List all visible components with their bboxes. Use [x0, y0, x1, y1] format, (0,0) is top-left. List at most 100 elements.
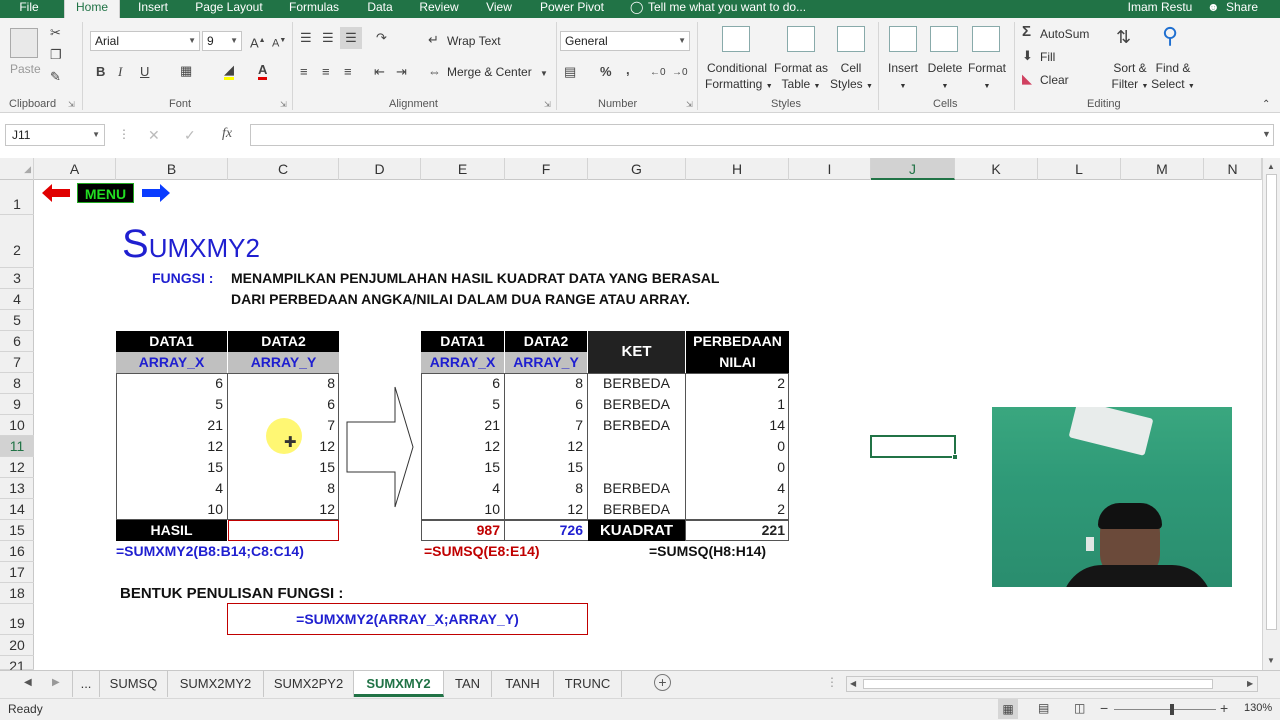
normal-view-icon[interactable]: ▦ [998, 699, 1018, 719]
number-format-select[interactable]: General ▼ [560, 31, 690, 51]
tab-file[interactable]: File [8, 0, 50, 18]
table-cell[interactable]: 12 [505, 436, 587, 457]
increase-font-icon[interactable]: A▲ [250, 34, 266, 50]
row-header[interactable]: 2 [0, 215, 34, 268]
scroll-thumb[interactable] [1266, 174, 1277, 630]
align-center-icon[interactable]: ≡ [322, 65, 330, 79]
clipboard-launcher-icon[interactable]: ⇲ [68, 100, 75, 109]
column-header[interactable]: B [116, 158, 228, 180]
row-header[interactable]: 17 [0, 562, 34, 583]
table-cell[interactable]: 8 [228, 478, 339, 499]
confirm-entry-icon[interactable]: ✓ [184, 127, 196, 144]
h-scroll-thumb[interactable] [863, 679, 1213, 689]
row-header[interactable]: 9 [0, 394, 34, 415]
kuadrat-label[interactable]: KUADRAT [588, 520, 685, 541]
zoom-slider-thumb[interactable] [1170, 704, 1174, 715]
add-sheet-icon[interactable]: + [654, 674, 671, 691]
table-cell[interactable]: BERBEDA [588, 373, 685, 394]
left-header-array-x[interactable]: ARRAY_X [116, 352, 227, 373]
row-header[interactable]: 3 [0, 268, 34, 289]
increase-decimal-icon[interactable]: ←0 [650, 66, 666, 80]
hasil-result-cell[interactable] [228, 520, 339, 541]
sum-nilai[interactable]: 221 [686, 520, 789, 541]
align-bottom-icon[interactable]: ☰ [340, 27, 362, 49]
table-cell[interactable]: BERBEDA [588, 499, 685, 520]
scroll-right-icon[interactable]: ▶ [1247, 679, 1253, 688]
selected-cell[interactable] [870, 435, 956, 458]
table-cell[interactable]: 21 [421, 415, 504, 436]
format-as-table-button[interactable]: Format as Table ▼ [772, 60, 830, 95]
tab-insert[interactable]: Insert [130, 0, 176, 18]
tab-page-layout[interactable]: Page Layout [188, 0, 270, 18]
row-header[interactable]: 13 [0, 478, 34, 499]
row-header[interactable]: 10 [0, 415, 34, 436]
horizontal-scrollbar[interactable]: ◀ ▶ [846, 676, 1258, 692]
increase-indent-icon[interactable]: ⇥ [396, 65, 407, 79]
paste-icon[interactable] [10, 28, 38, 58]
user-name[interactable]: Imam Restu [1124, 0, 1196, 18]
tab-view[interactable]: View [478, 0, 520, 18]
merge-center-button[interactable]: Merge & Center [447, 65, 532, 79]
row-header[interactable]: 1 [0, 180, 34, 215]
clear-button[interactable]: Clear [1040, 73, 1069, 87]
tab-review[interactable]: Review [412, 0, 466, 18]
align-top-icon[interactable]: ☰ [300, 31, 312, 45]
table-cell[interactable]: BERBEDA [588, 394, 685, 415]
column-header[interactable]: A [34, 158, 116, 180]
fill-button[interactable]: Fill [1040, 50, 1055, 64]
row-header-selected[interactable]: 11 [0, 436, 34, 457]
column-header[interactable]: E [421, 158, 505, 180]
number-launcher-icon[interactable]: ⇲ [686, 100, 693, 109]
sheet-tab-tan[interactable]: TAN [444, 671, 492, 697]
column-header[interactable]: G [588, 158, 686, 180]
fill-handle[interactable] [952, 454, 958, 460]
row-header[interactable]: 8 [0, 373, 34, 394]
borders-icon[interactable]: ▦ [180, 64, 192, 78]
scroll-down-icon[interactable]: ▼ [1267, 656, 1275, 665]
expand-formula-bar-icon[interactable]: ▼ [1262, 129, 1271, 139]
right-header-data1[interactable]: DATA1 [421, 331, 504, 352]
table-cell[interactable]: 2 [686, 373, 789, 394]
sheet-tab-sumsq[interactable]: SUMSQ [100, 671, 168, 697]
bold-button[interactable]: B [96, 65, 105, 79]
next-sheet-icon[interactable]: ▶ [52, 677, 60, 688]
align-right-icon[interactable]: ≡ [344, 65, 352, 79]
table-cell[interactable]: 2 [686, 499, 789, 520]
percent-button[interactable]: % [600, 65, 612, 79]
column-header[interactable]: I [789, 158, 871, 180]
table-cell[interactable]: 15 [421, 457, 504, 478]
format-cells-button[interactable]: Format ▼ [964, 60, 1010, 95]
table-cell[interactable]: 12 [505, 499, 587, 520]
left-header-array-y[interactable]: ARRAY_Y [228, 352, 339, 373]
zoom-level[interactable]: 130% [1244, 702, 1272, 714]
bentuk-formula-box[interactable]: =SUMXMY2(ARRAY_X;ARRAY_Y) [227, 603, 588, 635]
name-box[interactable]: J11 ▼ [5, 124, 105, 146]
sheet-tab-sumx2my2[interactable]: SUMX2MY2 [168, 671, 264, 697]
table-cell[interactable]: BERBEDA [588, 478, 685, 499]
table-cell[interactable]: 14 [686, 415, 789, 436]
left-header-data2[interactable]: DATA2 [228, 331, 339, 352]
table-cell[interactable] [588, 457, 685, 478]
cut-icon[interactable]: ✂ [50, 26, 61, 40]
align-left-icon[interactable]: ≡ [300, 65, 308, 79]
conditional-formatting-button[interactable]: Conditional Formatting ▼ [705, 60, 773, 95]
alignment-launcher-icon[interactable]: ⇲ [544, 100, 551, 109]
tab-home[interactable]: Home [64, 0, 120, 18]
table-cell[interactable]: 12 [228, 436, 339, 457]
row-header[interactable]: 19 [0, 604, 34, 635]
arrow-left-icon[interactable] [42, 184, 70, 202]
tab-data[interactable]: Data [360, 0, 400, 18]
scroll-left-icon[interactable]: ◀ [850, 679, 856, 688]
menu-button[interactable]: MENU [77, 183, 134, 203]
tell-me-search[interactable]: Tell me what you want to do... [648, 0, 818, 18]
zoom-slider[interactable] [1114, 709, 1216, 710]
right-header-data2[interactable]: DATA2 [505, 331, 587, 352]
table-cell[interactable]: 8 [505, 478, 587, 499]
tab-split-handle-icon[interactable]: ⋮ [826, 675, 838, 689]
vertical-scrollbar[interactable]: ▲ ▼ [1262, 158, 1280, 670]
row-header[interactable]: 16 [0, 541, 34, 562]
tab-power-pivot[interactable]: Power Pivot [532, 0, 612, 18]
insert-cells-button[interactable]: Insert ▼ [884, 60, 922, 95]
row-header[interactable]: 12 [0, 457, 34, 478]
font-color-icon[interactable]: A [258, 63, 268, 80]
